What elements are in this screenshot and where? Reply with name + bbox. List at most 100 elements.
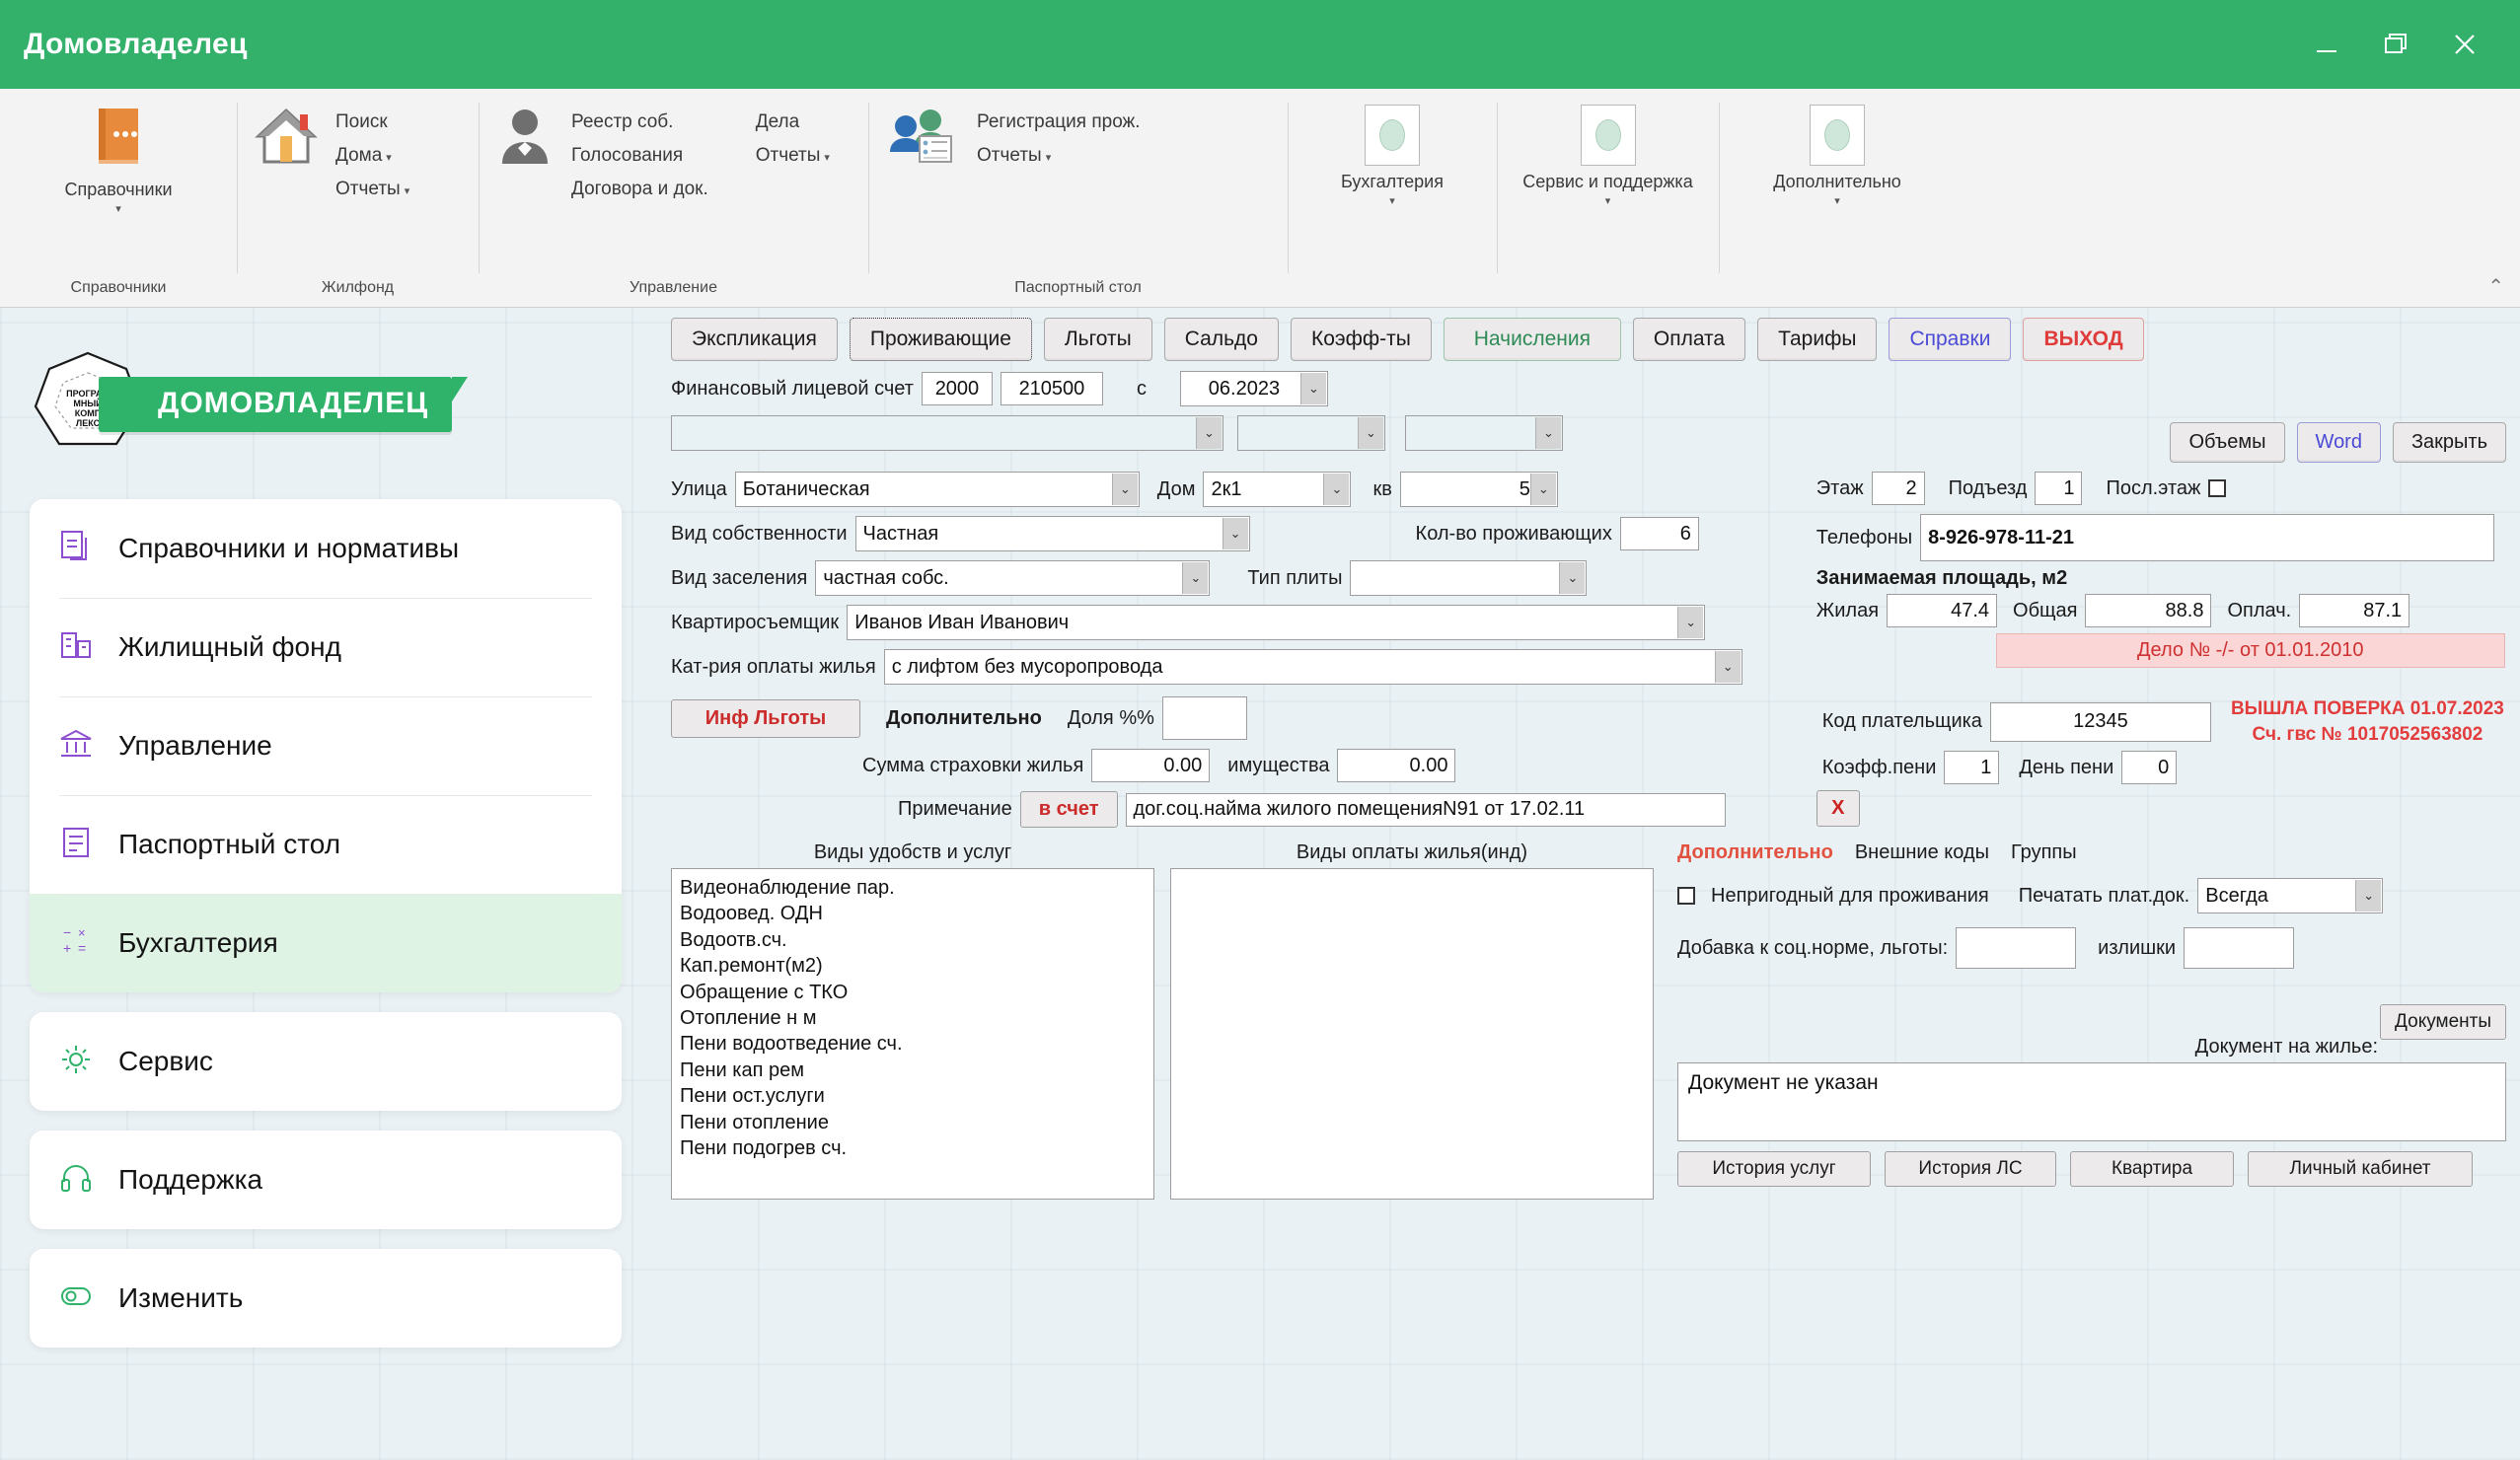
surplus-input[interactable] bbox=[2184, 927, 2294, 969]
insurance-input[interactable]: 0.00 bbox=[1091, 749, 1210, 782]
tab-tarify[interactable]: Тарифы bbox=[1757, 318, 1877, 361]
tab-nachisleniya[interactable]: Начисления bbox=[1444, 318, 1621, 361]
ownership-type-select[interactable]: Частная ⌄ bbox=[855, 516, 1250, 551]
list-item[interactable]: Видеонаблюдение пар. bbox=[680, 875, 1146, 901]
list-item[interactable]: Пени ост.услуги bbox=[680, 1083, 1146, 1109]
account-code1[interactable]: 2000 bbox=[922, 372, 993, 405]
house-icon[interactable] bbox=[253, 105, 320, 174]
sidebar-item-upravlenie[interactable]: Управление bbox=[30, 696, 622, 795]
sidebar-item-zhilfond[interactable]: Жилищный фонд bbox=[30, 598, 622, 696]
living-area-input[interactable]: 47.4 bbox=[1887, 594, 1997, 627]
history-services-button[interactable]: История услуг bbox=[1677, 1151, 1871, 1187]
close-icon[interactable] bbox=[2443, 23, 2486, 66]
payer-code-input[interactable]: 12345 bbox=[1990, 702, 2211, 742]
ribbon-item-otchety-ps[interactable]: Отчеты▾ bbox=[971, 142, 1147, 170]
share-input[interactable] bbox=[1162, 696, 1247, 740]
sidebar-item-podderzhka[interactable]: Поддержка bbox=[30, 1131, 622, 1229]
ribbon-button-spravochniki[interactable]: Справочники ▾ bbox=[58, 105, 178, 215]
street-select[interactable]: Ботаническая ⌄ bbox=[735, 472, 1140, 507]
tab-oplata[interactable]: Оплата bbox=[1633, 318, 1745, 361]
list-item[interactable]: Пени отопление bbox=[680, 1110, 1146, 1135]
doc-housing-value[interactable]: Документ не указан bbox=[1677, 1062, 2506, 1141]
account-code2[interactable]: 210500 bbox=[1001, 372, 1103, 405]
ribbon-button-buhgalteria[interactable]: Бухгалтерия ▾ bbox=[1335, 105, 1449, 207]
tab-zakryt[interactable]: Закрыть bbox=[2393, 422, 2506, 463]
occupancy-select[interactable]: частная собс. ⌄ bbox=[815, 560, 1210, 596]
tab-koeffty[interactable]: Коэфф-ты bbox=[1291, 318, 1432, 361]
note-clear-button[interactable]: X bbox=[1816, 790, 1860, 827]
note-vschet-button[interactable]: в счет bbox=[1020, 791, 1118, 828]
property-input[interactable]: 0.00 bbox=[1337, 749, 1455, 782]
paid-area-input[interactable]: 87.1 bbox=[2299, 594, 2409, 627]
sidebar-item-izmenit[interactable]: Изменить bbox=[30, 1249, 622, 1348]
tab-prozhivayushchie[interactable]: Проживающие bbox=[850, 318, 1032, 361]
sidebar-item-buhgalteria[interactable]: − × + = Бухгалтерия bbox=[30, 894, 622, 992]
residents-input[interactable]: 6 bbox=[1620, 517, 1699, 550]
ribbon-item-otchety-upr[interactable]: Отчеты▾ bbox=[750, 142, 836, 170]
penalty-day-input[interactable]: 0 bbox=[2121, 751, 2177, 784]
people-card-icon[interactable] bbox=[884, 105, 961, 174]
ribbon-item-otchety[interactable]: Отчеты▾ bbox=[330, 176, 415, 203]
tenant-select[interactable]: Иванов Иван Иванович ⌄ bbox=[847, 605, 1705, 640]
house-select[interactable]: 2к1 ⌄ bbox=[1203, 472, 1351, 507]
category-select[interactable]: с лифтом без мусоропровода ⌄ bbox=[884, 649, 1742, 685]
entrance-input[interactable]: 1 bbox=[2035, 472, 2082, 505]
documents-button[interactable]: Документы bbox=[2380, 1004, 2506, 1040]
list-item[interactable]: Пени водоотведение сч. bbox=[680, 1031, 1146, 1057]
flat-select[interactable]: 5 ⌄ bbox=[1400, 472, 1558, 507]
flat-button[interactable]: Квартира bbox=[2070, 1151, 2234, 1187]
list-item[interactable]: Пени подогрев сч. bbox=[680, 1135, 1146, 1161]
chevron-down-icon[interactable]: ▾ bbox=[1389, 194, 1395, 207]
list-item[interactable]: Пени кап рем bbox=[680, 1058, 1146, 1083]
extra-tab-dopolnitelno[interactable]: Дополнительно bbox=[1677, 841, 1833, 864]
region-select[interactable]: ⌄ bbox=[671, 415, 1223, 451]
services-listbox[interactable]: Видеонаблюдение пар. Водоовед. ОДН Водоо… bbox=[671, 868, 1154, 1200]
ribbon-item-golosovania[interactable]: Голосования bbox=[565, 142, 714, 170]
tab-eksplikaciya[interactable]: Экспликация bbox=[671, 318, 838, 361]
list-item[interactable]: Водоотв.сч. bbox=[680, 927, 1146, 953]
chevron-down-icon[interactable]: ▾ bbox=[115, 202, 121, 215]
sidebar-item-spravochniki[interactable]: Справочники и нормативы bbox=[30, 499, 622, 598]
print-doc-select[interactable]: Всегда ⌄ bbox=[2197, 878, 2383, 913]
tab-lgoty[interactable]: Льготы bbox=[1044, 318, 1152, 361]
locality-select[interactable]: ⌄ bbox=[1237, 415, 1385, 451]
extra-tab-gruppy[interactable]: Группы bbox=[2011, 841, 2077, 864]
account-period-select[interactable]: 06.2023 ⌄ bbox=[1180, 371, 1328, 406]
sidebar-item-pasportny-stol[interactable]: Паспортный стол bbox=[30, 795, 622, 894]
tab-spravki[interactable]: Справки bbox=[1889, 318, 2011, 361]
chevron-down-icon[interactable]: ▾ bbox=[1834, 194, 1840, 207]
note-input[interactable]: дог.соц.найма жилого помещенияN91 от 17.… bbox=[1126, 793, 1726, 827]
minimize-icon[interactable] bbox=[2305, 23, 2348, 66]
history-ls-button[interactable]: История ЛС bbox=[1885, 1151, 2056, 1187]
extra-tab-vneshnie-kody[interactable]: Внешние коды bbox=[1855, 841, 1989, 864]
ribbon-item-dela[interactable]: Дела bbox=[750, 109, 836, 136]
ribbon-item-poisk[interactable]: Поиск bbox=[330, 109, 415, 136]
tab-vyhod[interactable]: ВЫХОД bbox=[2023, 318, 2143, 361]
list-item[interactable]: Отопление н м bbox=[680, 1005, 1146, 1031]
unfit-checkbox[interactable] bbox=[1677, 887, 1695, 905]
total-area-input[interactable]: 88.8 bbox=[2085, 594, 2211, 627]
ribbon-button-servis-podderzhka[interactable]: Сервис и поддержка ▾ bbox=[1517, 105, 1698, 207]
tab-saldo[interactable]: Сальдо bbox=[1164, 318, 1279, 361]
ribbon-item-dogovora[interactable]: Договора и док. bbox=[565, 176, 714, 203]
stove-select[interactable]: ⌄ bbox=[1350, 560, 1587, 596]
payments-listbox[interactable] bbox=[1170, 868, 1654, 1200]
social-norm-input[interactable] bbox=[1956, 927, 2076, 969]
person-icon[interactable] bbox=[494, 105, 556, 174]
chevron-down-icon[interactable]: ▾ bbox=[1605, 194, 1611, 207]
ribbon-item-registraciya[interactable]: Регистрация прож. bbox=[971, 109, 1147, 136]
extra-select[interactable]: ⌄ bbox=[1405, 415, 1563, 451]
inf-lgoty-button[interactable]: Инф Льготы bbox=[671, 699, 860, 738]
penalty-coef-input[interactable]: 1 bbox=[1944, 751, 1999, 784]
floor-input[interactable]: 2 bbox=[1872, 472, 1925, 505]
last-floor-checkbox[interactable] bbox=[2208, 479, 2226, 497]
ribbon-item-reestr[interactable]: Реестр соб. bbox=[565, 109, 714, 136]
chevron-up-icon[interactable]: ⌃ bbox=[2487, 274, 2504, 299]
personal-cabinet-button[interactable]: Личный кабинет bbox=[2248, 1151, 2473, 1187]
tab-word[interactable]: Word bbox=[2297, 422, 2381, 463]
list-item[interactable]: Кап.ремонт(м2) bbox=[680, 953, 1146, 979]
restore-icon[interactable] bbox=[2374, 23, 2417, 66]
tab-obyemy[interactable]: Объемы bbox=[2170, 422, 2284, 463]
list-item[interactable]: Водоовед. ОДН bbox=[680, 901, 1146, 926]
sidebar-item-servis[interactable]: Сервис bbox=[30, 1012, 622, 1111]
